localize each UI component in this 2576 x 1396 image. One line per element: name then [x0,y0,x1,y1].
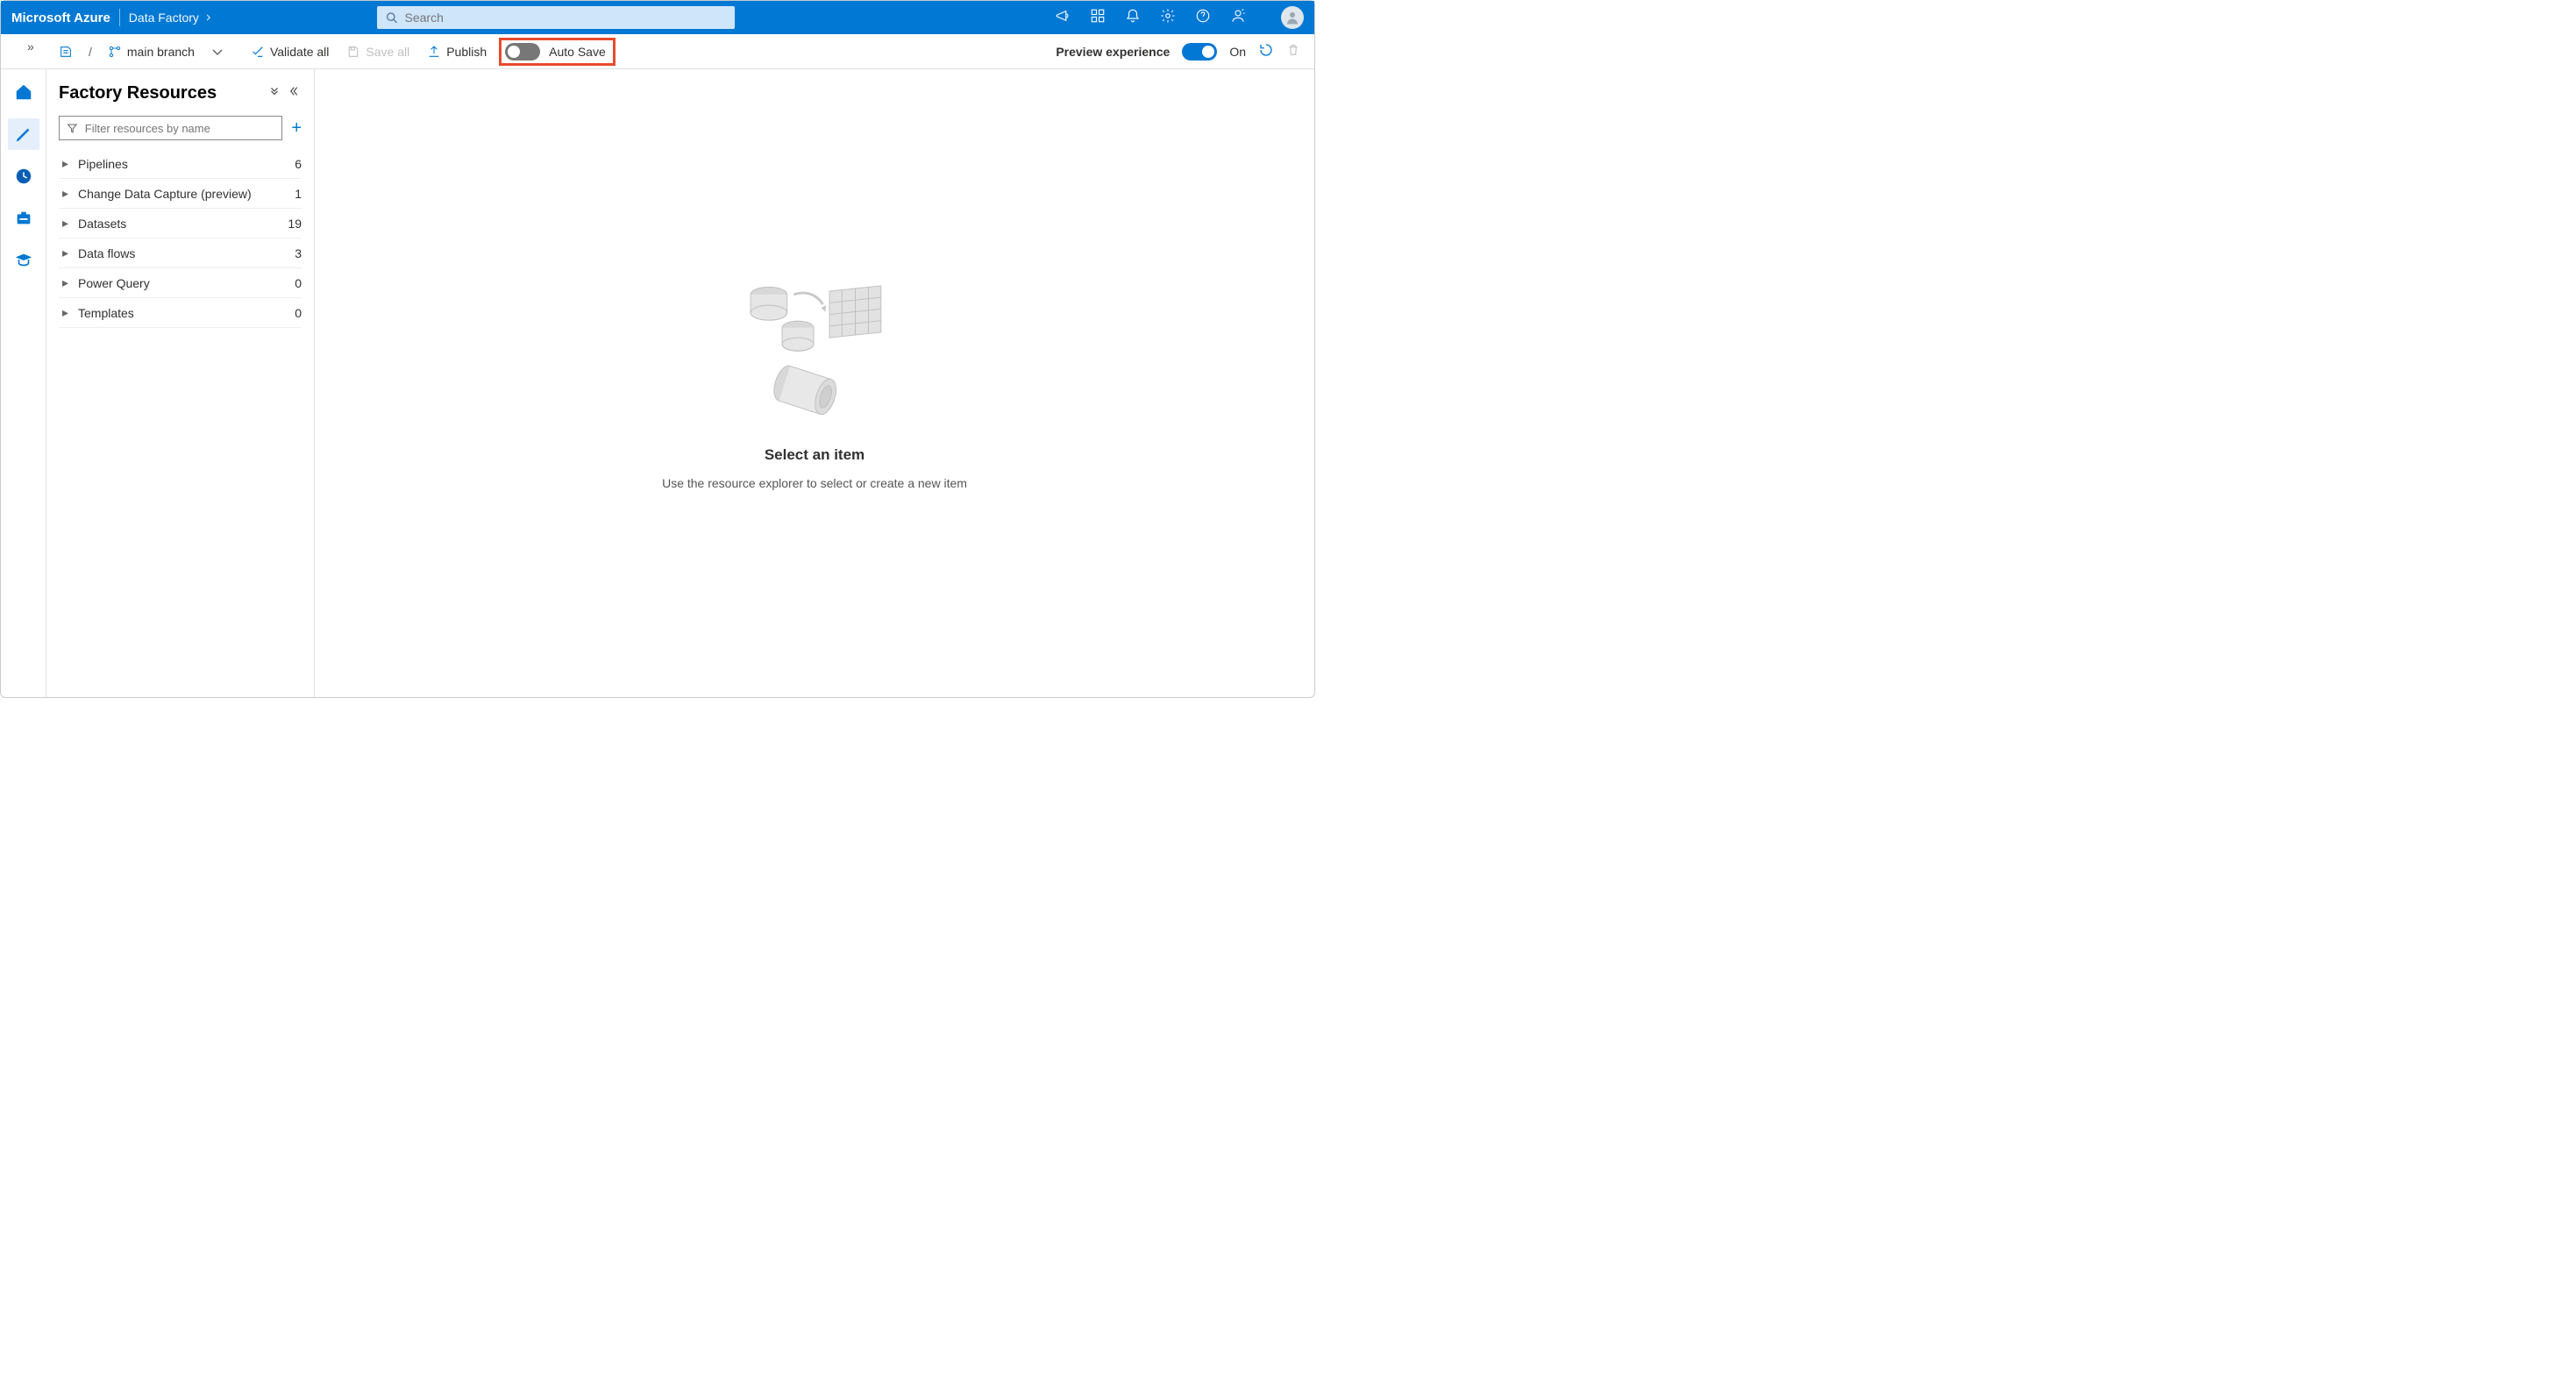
autosave-highlight: Auto Save [499,38,616,66]
nav-monitor[interactable] [8,160,39,192]
empty-canvas: Select an item Use the resource explorer… [315,69,1314,697]
caret-icon: ▸ [62,246,71,260]
top-icon-bar [1055,6,1304,29]
caret-icon: ▸ [62,186,71,201]
announcements-icon[interactable] [1055,8,1071,28]
collapse-panel-icon[interactable] [289,85,302,102]
search-icon [386,11,397,24]
brand-label[interactable]: Microsoft Azure [11,11,110,25]
tree-count: 1 [295,187,302,201]
tree-label: Pipelines [78,157,288,171]
data-factory-icon[interactable] [53,34,78,68]
nav-author[interactable] [8,118,39,150]
publish-label: Publish [446,45,487,59]
nav-manage[interactable] [8,203,39,234]
tree-dataflows[interactable]: ▸ Data flows 3 [59,239,302,268]
factory-resources-panel: Factory Resources + ▸ Pipelines 6 ▸ Chan… [46,69,315,697]
toolbar-right: Preview experience On [1056,42,1314,61]
preview-experience-label: Preview experience [1056,45,1170,59]
tree-label: Data flows [78,246,288,260]
save-label: Save all [366,45,409,59]
branch-selector[interactable]: main branch [103,34,230,68]
tree-label: Change Data Capture (preview) [78,187,288,201]
settings-icon[interactable] [1160,8,1176,28]
filter-resources-input[interactable] [59,116,282,140]
validate-label: Validate all [270,45,329,59]
refresh-button[interactable] [1258,42,1274,61]
tree-datasets[interactable]: ▸ Datasets 19 [59,209,302,239]
breadcrumb[interactable]: Data Factory [129,11,213,25]
tree-powerquery[interactable]: ▸ Power Query 0 [59,268,302,298]
empty-state-illustration [731,276,898,434]
divider [119,9,120,26]
add-resource-button[interactable]: + [291,118,302,139]
chevron-right-icon [204,13,213,22]
left-nav-rail [1,69,46,697]
tree-count: 6 [295,157,302,171]
search-input[interactable] [405,11,727,25]
save-all-button: Save all [341,34,415,68]
tree-label: Datasets [78,217,281,231]
avatar[interactable] [1281,6,1304,29]
breadcrumb-label: Data Factory [129,11,199,25]
tree-templates[interactable]: ▸ Templates 0 [59,298,302,328]
expand-all-icon[interactable] [268,85,281,102]
empty-title: Select an item [765,446,865,464]
notifications-icon[interactable] [1125,8,1141,28]
autosave-label: Auto Save [549,45,606,59]
caret-icon: ▸ [62,275,71,290]
caret-icon: ▸ [62,216,71,231]
nav-learn[interactable] [8,245,39,276]
tree-count: 19 [288,217,302,231]
tree-label: Power Query [78,276,288,290]
help-icon[interactable] [1195,8,1211,28]
filter-field[interactable] [85,122,275,135]
empty-subtitle: Use the resource explorer to select or c… [662,476,967,490]
separator: / [85,45,96,59]
tree-label: Templates [78,306,288,320]
nav-home[interactable] [8,76,39,108]
caret-icon: ▸ [62,305,71,320]
branch-label: main branch [127,45,195,59]
autosave-toggle[interactable] [505,43,540,61]
tree-pipelines[interactable]: ▸ Pipelines 6 [59,149,302,179]
tree-count: 3 [295,246,302,260]
tree-count: 0 [295,276,302,290]
validate-all-button[interactable]: Validate all [246,34,334,68]
feedback-icon[interactable] [1230,8,1246,28]
delete-button [1286,43,1300,60]
tree-count: 0 [295,306,302,320]
sidebar-title: Factory Resources [59,83,260,103]
azure-top-bar: Microsoft Azure Data Factory [1,1,1314,34]
directories-icon[interactable] [1090,8,1106,28]
publish-button[interactable]: Publish [422,34,492,68]
expand-rail-icon[interactable]: » [27,39,34,53]
chevron-down-icon [210,45,224,59]
global-search[interactable] [377,6,735,29]
preview-state-label: On [1229,45,1246,59]
preview-toggle[interactable] [1182,43,1217,61]
tree-cdc[interactable]: ▸ Change Data Capture (preview) 1 [59,179,302,209]
authoring-toolbar: / main branch Validate all Save all Publ… [1,34,1314,69]
caret-icon: ▸ [62,156,71,171]
filter-icon [67,122,78,134]
